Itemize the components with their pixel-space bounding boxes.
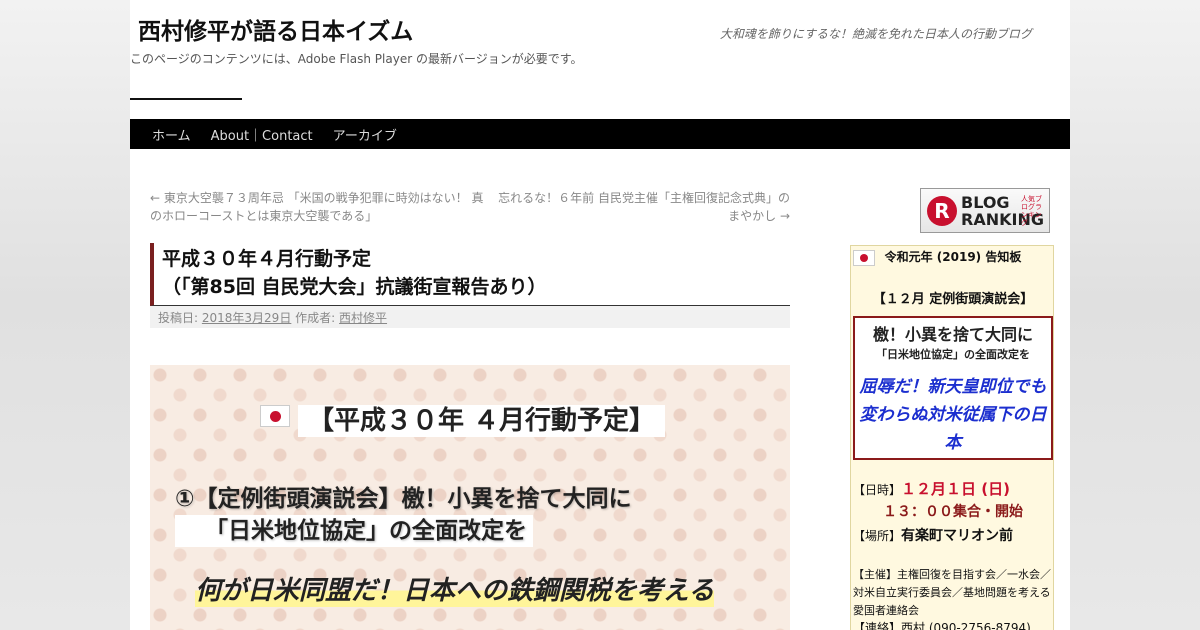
entry-meta: 投稿日: 2018年3月29日 作成者: 西村修平 (150, 306, 790, 328)
meta-author-link[interactable]: 西村修平 (339, 311, 387, 325)
meta-date-link[interactable]: 2018年3月29日 (202, 311, 291, 325)
widget-place-label: 【場所】 (853, 529, 902, 543)
entry-title-line1: 平成３０年４月行動予定 (162, 248, 372, 270)
nav-item-home[interactable]: ホーム (142, 125, 201, 144)
ranking-badge-icon: R (927, 195, 957, 226)
post-body: 【平成３０年 ４月行動予定】 ①【定例街頭演説会】檄！小異を捨て大同に 「日米地… (150, 365, 790, 630)
post-navigation: ← 東京大空襲７３周年忌 「米国の戦争犯罪に時効はない！ 真のホローコーストとは… (150, 189, 790, 225)
widget-host: 【主催】主権回復を目指す会／一水会／対米自立実行委員会／基地問題を考える愛国者連… (853, 568, 1051, 617)
entry-title-line2: （「第85回 自民党大会」抗議街宣報告あり） (162, 276, 547, 298)
site-description: 大和魂を飾りにするな！絶滅を免れた日本人の行動ブログ (719, 27, 1032, 41)
announcement-widget: 令和元年 (2019) 告知板 【１２月 定例街頭演説会】 檄！小異を捨て大同に… (850, 245, 1054, 630)
widget-subtitle: 【１２月 定例街頭演説会】 (872, 292, 1034, 307)
widget-theme2: 「日米地位協定」の全面改定を (876, 348, 1030, 361)
widget-contact: 【連絡】西村 (090-2756-8794) (853, 621, 1031, 630)
meta-posted-label: 投稿日: (158, 311, 199, 325)
nav-item-about[interactable]: About｜Contact (201, 125, 323, 144)
highlight-text: 何が日米同盟だ！日本への鉄鋼関税を考える (195, 570, 715, 607)
main-nav: ホーム About｜Contact アーカイブ (130, 119, 1070, 149)
schedule-heading: 【平成３０年 ４月行動予定】 (298, 405, 666, 437)
widget-theme-box: 檄！小異を捨て大同に 「日米地位協定」の全面改定を 屈辱だ！新天皇即位でも変わら… (853, 316, 1053, 460)
page-container: 西村修平が語る日本イズム 大和魂を飾りにするな！絶滅を免れた日本人の行動ブログ … (130, 0, 1070, 630)
widget-time-value: １３：００集合・開始 (883, 504, 1023, 520)
item1-line2: 「日米地位協定」の全面改定を (175, 515, 533, 547)
widget-date-row: 【日時】１２月１日 (日) (853, 478, 1010, 499)
widget-date-label: 【日時】 (853, 483, 902, 497)
japan-flag-icon (260, 405, 290, 427)
nav-item-archive[interactable]: アーカイブ (323, 125, 407, 144)
header-divider (130, 98, 242, 100)
widget-date-value: １２月１日 (日) (901, 480, 1010, 498)
widget-time-row: １３：００集合・開始 (883, 501, 1023, 521)
widget-theme1: 檄！小異を捨て大同に (872, 325, 1033, 344)
ranking-small-text: 人気ブログランキング (1021, 195, 1042, 227)
widget-blue-text: 屈辱だ！新天皇即位でも変わらぬ対米従属下の日本 (859, 377, 1047, 453)
widget-place-value: 有楽町マリオン前 (901, 528, 1014, 544)
widget-title: 令和元年 (2019) 告知板 (884, 250, 1022, 264)
item1-line1: ①【定例街頭演説会】檄！小異を捨て大同に (175, 486, 632, 512)
site-title[interactable]: 西村修平が語る日本イズム (138, 12, 413, 46)
previous-post-link[interactable]: ← 東京大空襲７３周年忌 「米国の戦争犯罪に時効はない！ 真のホローコーストとは… (150, 189, 490, 225)
widget-place-row: 【場所】有楽町マリオン前 (853, 525, 1013, 545)
flash-notice: このページのコンテンツには、Adobe Flash Player の最新バージョ… (130, 52, 583, 66)
next-post-link[interactable]: 忘れるな！６年前 自民党主催「主権回復記念式典」のまやかし → (490, 189, 790, 225)
meta-author-label: 作成者: (295, 311, 336, 325)
blog-ranking-banner[interactable]: R BLOG RANKING 人気ブログランキング (920, 188, 1050, 233)
entry-title: 平成３０年４月行動予定 （「第85回 自民党大会」抗議街宣報告あり） (150, 243, 790, 306)
